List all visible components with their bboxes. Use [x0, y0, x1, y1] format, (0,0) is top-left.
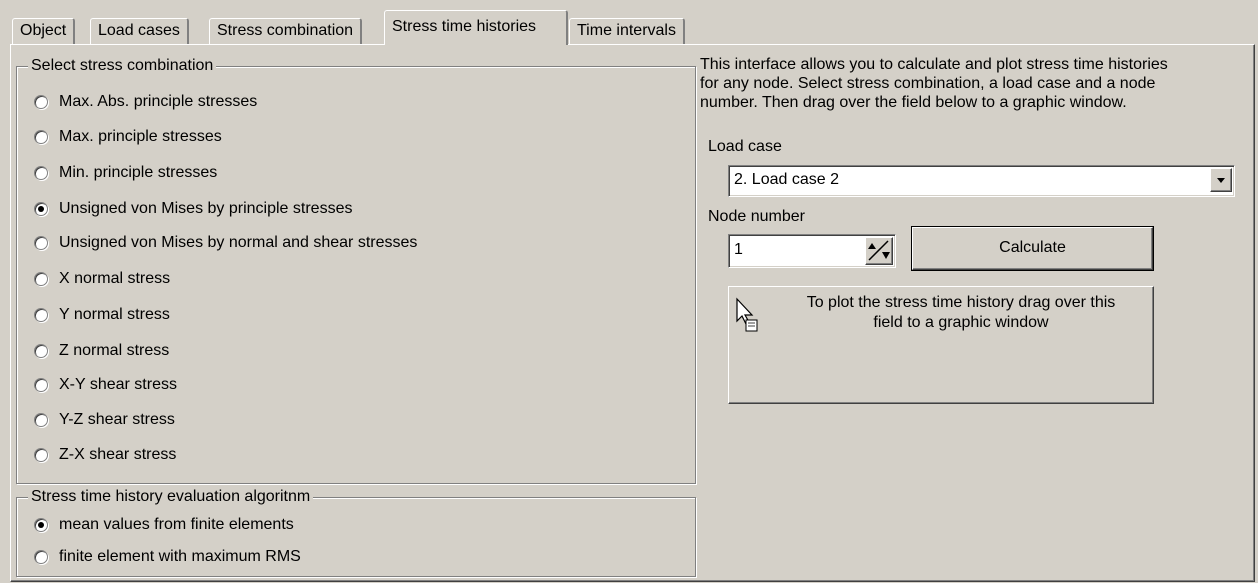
load-case-value: 2. Load case 2 [734, 171, 839, 188]
radio-button[interactable] [34, 344, 48, 358]
radio-button[interactable] [34, 202, 48, 216]
radio-von-mises-principle[interactable]: Unsigned von Mises by principle stresses [34, 198, 352, 220]
tab-time-intervals[interactable]: Time intervals [569, 18, 685, 44]
chevron-down-icon [1217, 178, 1225, 183]
radio-button[interactable] [34, 308, 48, 322]
radio-mean-values[interactable]: mean values from finite elements [34, 514, 294, 536]
node-number-spinner[interactable] [865, 237, 893, 265]
info-line-3: number. Then drag over the field below t… [700, 94, 1127, 111]
algorithm-title: Stress time history evaluation algoritnm [28, 488, 314, 506]
calculate-button[interactable]: Calculate [912, 227, 1153, 270]
radio-button[interactable] [34, 166, 48, 180]
drag-field-line-1: To plot the stress time history drag ove… [806, 294, 1116, 311]
radio-z-normal[interactable]: Z normal stress [34, 340, 169, 362]
load-case-select[interactable]: 2. Load case 2 [728, 165, 1235, 197]
radio-y-normal[interactable]: Y normal stress [34, 304, 170, 326]
radio-max-principle[interactable]: Max. principle stresses [34, 126, 222, 148]
info-text: This interface allows you to calculate a… [700, 55, 1168, 112]
radio-button[interactable] [34, 272, 48, 286]
radio-button[interactable] [34, 518, 48, 532]
radio-von-mises-normal-shear[interactable]: Unsigned von Mises by normal and shear s… [34, 232, 417, 254]
stress-combination-title: Select stress combination [28, 57, 217, 75]
radio-button[interactable] [34, 130, 48, 144]
radio-button[interactable] [34, 95, 48, 109]
drag-field-text: To plot the stress time history drag ove… [779, 293, 1143, 333]
radio-yz-shear[interactable]: Y-Z shear stress [34, 409, 175, 431]
tab-stress-combination[interactable]: Stress combination [209, 18, 363, 44]
info-line-2: for any node. Select stress combination,… [700, 75, 1156, 92]
radio-zx-shear[interactable]: Z-X shear stress [34, 444, 176, 466]
radio-xy-shear[interactable]: X-Y shear stress [34, 374, 177, 396]
node-number-input[interactable]: 1 [728, 234, 896, 268]
spinner-icon [868, 240, 890, 261]
radio-button[interactable] [34, 550, 48, 564]
calculate-button-label: Calculate [999, 239, 1066, 256]
radio-button[interactable] [34, 378, 48, 392]
radio-button[interactable] [34, 448, 48, 462]
drag-cursor-icon [736, 297, 758, 332]
radio-x-normal[interactable]: X normal stress [34, 268, 170, 290]
node-number-value: 1 [734, 241, 743, 258]
load-case-label: Load case [708, 138, 782, 155]
drag-plot-field[interactable]: To plot the stress time history drag ove… [728, 286, 1154, 404]
load-case-dropdown-button[interactable] [1210, 168, 1232, 192]
radio-max-abs-principle[interactable]: Max. Abs. principle stresses [34, 91, 257, 113]
info-line-1: This interface allows you to calculate a… [700, 56, 1168, 73]
radio-max-rms[interactable]: finite element with maximum RMS [34, 546, 301, 568]
tab-object[interactable]: Object [12, 18, 76, 44]
tab-stress-time-histories[interactable]: Stress time histories [384, 10, 568, 45]
drag-field-line-2: field to a graphic window [873, 314, 1049, 331]
radio-button[interactable] [34, 236, 48, 250]
radio-button[interactable] [34, 413, 48, 427]
node-number-label: Node number [708, 208, 805, 225]
tab-load-cases[interactable]: Load cases [90, 18, 189, 44]
radio-min-principle[interactable]: Min. principle stresses [34, 162, 217, 184]
